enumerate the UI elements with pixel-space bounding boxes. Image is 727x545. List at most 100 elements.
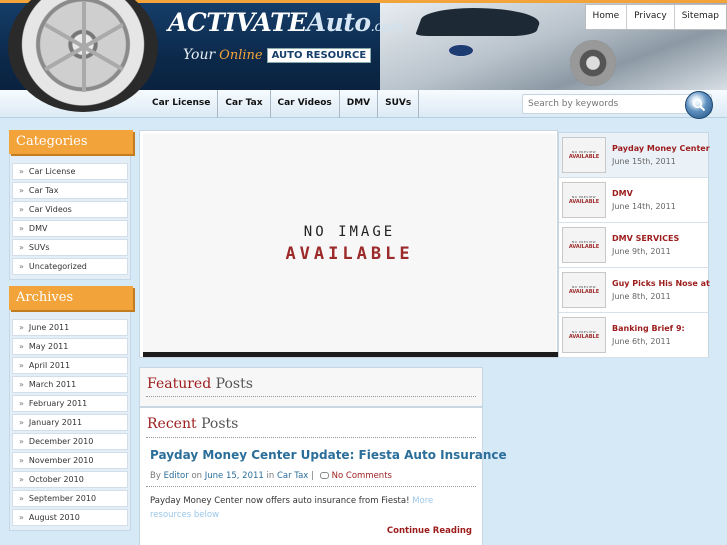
thumb-image: NO PREVIEW AVAILABLE — [562, 137, 606, 173]
archive-label: March 2011 — [28, 380, 77, 389]
archive-label: December 2010 — [28, 437, 94, 446]
category-label: SUVs — [28, 243, 50, 252]
category-label: Car License — [28, 167, 76, 176]
search-box — [522, 94, 712, 114]
thumb-image: NO PREVIEW AVAILABLE — [562, 182, 606, 218]
post-comments-link[interactable]: No Comments — [332, 471, 392, 481]
thumb-item[interactable]: NO PREVIEW AVAILABLE Banking Brief 9: June… — [559, 313, 708, 358]
featured-title: Featured Posts — [147, 376, 253, 392]
archive-item[interactable]: » February 2011 — [12, 395, 128, 412]
thumb-title: DMV SERVICES — [612, 234, 680, 243]
logo-auto: Auto — [306, 8, 371, 37]
divider — [146, 396, 476, 397]
archives-widget: Archives » June 2011 » May 2011 » April 201… — [9, 286, 133, 531]
comment-icon — [319, 472, 329, 479]
arrow-icon: » — [19, 205, 24, 214]
search-input[interactable] — [523, 95, 683, 113]
arrow-icon: » — [19, 224, 24, 233]
arrow-icon: » — [19, 342, 24, 351]
archives-title: Archives — [9, 286, 133, 310]
category-item[interactable]: » SUVs — [12, 239, 128, 256]
archive-item[interactable]: » August 2010 — [12, 509, 128, 526]
category-item[interactable]: » Car Videos — [12, 201, 128, 218]
toplink-sitemap[interactable]: Sitemap — [673, 5, 726, 29]
search-button[interactable] — [685, 91, 713, 119]
categories-widget: Categories » Car License » Car Tax » Car Vi… — [9, 130, 133, 280]
arrow-icon: » — [19, 262, 24, 271]
divider — [146, 437, 476, 438]
arrow-icon: » — [19, 380, 24, 389]
toplink-privacy[interactable]: Privacy — [626, 5, 674, 29]
arrow-icon: » — [19, 475, 24, 484]
arrow-icon: » — [19, 323, 24, 332]
nav-suvs[interactable]: SUVs — [378, 90, 420, 118]
arrow-icon: » — [19, 513, 24, 522]
continue-reading-link[interactable]: Continue Reading — [387, 526, 472, 536]
archive-label: April 2011 — [28, 361, 71, 370]
archive-item[interactable]: » April 2011 — [12, 357, 128, 374]
post-title-link[interactable]: Payday Money Center Update: Fiesta Auto … — [150, 448, 507, 462]
archive-item[interactable]: » September 2010 — [12, 490, 128, 507]
archive-label: November 2010 — [28, 456, 94, 465]
thumb-image: NO PREVIEW AVAILABLE — [562, 317, 606, 353]
thumbs-scrollbar[interactable] — [712, 132, 718, 358]
thumb-image: NO PREVIEW AVAILABLE — [562, 272, 606, 308]
thumb-item[interactable]: NO PREVIEW AVAILABLE DMV SERVICES June 9th… — [559, 223, 708, 268]
logo-activate: ACTIVATE — [168, 8, 307, 37]
car-wheel-icon — [570, 40, 616, 86]
arrow-icon: » — [19, 167, 24, 176]
post-author-link[interactable]: Editor — [164, 471, 189, 481]
featured-posts-section: Featured Posts — [139, 367, 483, 407]
no-image-line1: NO IMAGE — [303, 224, 396, 240]
category-label: DMV — [28, 224, 48, 233]
archive-label: June 2011 — [28, 323, 70, 332]
category-label: Car Videos — [28, 205, 72, 214]
archive-label: October 2010 — [28, 475, 84, 484]
post-excerpt: Payday Money Center now offers auto insu… — [150, 496, 434, 520]
slider-thumbnails: NO PREVIEW AVAILABLE Payday Money Center J… — [558, 132, 710, 358]
thumb-item[interactable]: NO PREVIEW AVAILABLE DMV June 14th, 2011 — [559, 178, 708, 223]
archive-item[interactable]: » January 2011 — [12, 414, 128, 431]
category-item[interactable]: » Car Tax — [12, 182, 128, 199]
arrow-icon: » — [19, 243, 24, 252]
category-item[interactable]: » DMV — [12, 220, 128, 237]
archive-label: February 2011 — [28, 399, 88, 408]
toplink-home[interactable]: Home — [586, 5, 627, 29]
nav-car-videos[interactable]: Car Videos — [271, 90, 340, 118]
archive-item[interactable]: » November 2010 — [12, 452, 128, 469]
featured-slider[interactable]: NO IMAGE AVAILABLE — [139, 130, 558, 358]
nav-car-license[interactable]: Car License — [145, 90, 219, 118]
post-category-link[interactable]: Car Tax — [277, 471, 308, 481]
thumb-title: Payday Money Center — [612, 144, 710, 153]
no-image-placeholder: NO IMAGE AVAILABLE — [143, 134, 556, 354]
tagline-your: Your — [183, 47, 216, 63]
tagline-online: Online — [219, 47, 263, 63]
ford-logo-icon — [448, 44, 474, 57]
arrow-icon: » — [19, 418, 24, 427]
arrow-icon: » — [19, 186, 24, 195]
thumb-title: DMV — [612, 189, 633, 198]
archive-item[interactable]: » June 2011 — [12, 319, 128, 336]
archive-item[interactable]: » October 2010 — [12, 471, 128, 488]
archive-item[interactable]: » March 2011 — [12, 376, 128, 393]
nav-car-tax[interactable]: Car Tax — [218, 90, 271, 118]
archive-item[interactable]: » May 2011 — [12, 338, 128, 355]
no-image-line2: AVAILABLE — [285, 244, 414, 264]
archive-label: August 2010 — [28, 513, 80, 522]
thumb-image: NO PREVIEW AVAILABLE — [562, 227, 606, 263]
arrow-icon: » — [19, 399, 24, 408]
thumb-item[interactable]: NO PREVIEW AVAILABLE Payday Money Center J… — [559, 133, 710, 178]
archive-label: September 2010 — [28, 494, 97, 503]
category-item[interactable]: » Uncategorized — [12, 258, 128, 275]
site-logo[interactable]: ACTIVATEAuto.com — [168, 8, 403, 37]
thumb-date: June 9th, 2011 — [612, 247, 671, 256]
thumb-item[interactable]: NO PREVIEW AVAILABLE Guy Picks His Nose a… — [559, 268, 710, 313]
category-item[interactable]: » Car License — [12, 163, 128, 180]
post-meta: By Editor on June 15, 2011 in Car Tax | … — [150, 471, 392, 481]
category-label: Uncategorized — [28, 262, 87, 271]
archive-item[interactable]: » December 2010 — [12, 433, 128, 450]
divider — [146, 486, 476, 487]
car-windshield — [414, 8, 546, 36]
nav-dmv[interactable]: DMV — [340, 90, 379, 118]
thumb-title: Banking Brief 9: — [612, 324, 685, 333]
